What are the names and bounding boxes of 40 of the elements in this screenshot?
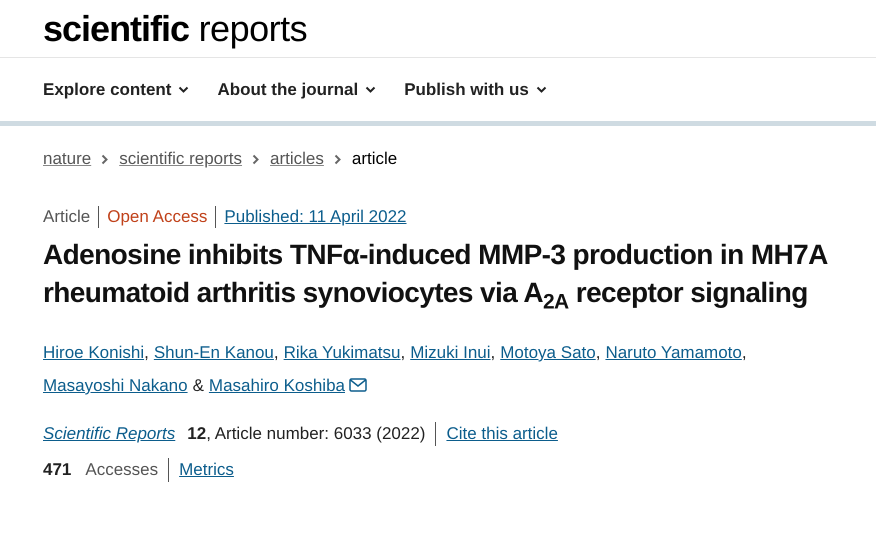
breadcrumb-link[interactable]: scientific reports [119,149,242,169]
article-title: Adenosine inhibits TNFα-induced MMP-3 production in MH7A rheumatoid arthritis synoviocytes via A$_{2A}$ receptor signaling [43,238,828,312]
comma: , [490,343,496,362]
access-count: 471 [43,460,72,480]
ampersand: & [192,376,204,395]
author-link[interactable]: Motoya Sato [500,343,596,362]
author-link[interactable]: Masahiro Koshiba [208,376,345,395]
chevron-down-icon [178,86,190,94]
comma: , [596,343,600,362]
published-date-link[interactable]: Published: 11 April 2022 [224,207,407,227]
metrics-link[interactable]: Metrics [179,460,234,480]
nav-menu-button[interactable]: Publish with us [404,80,547,100]
comma: , [742,343,747,362]
author-link[interactable]: Naruto Yamamoto [605,343,742,362]
article-type: Article [43,207,90,227]
open-access-label: Open Access [107,207,208,227]
chevron-right-icon [334,154,342,164]
comma: , [400,343,406,362]
comma: , [144,343,149,362]
breadcrumb-current: article [352,149,398,169]
comma: , [274,343,279,362]
chevron-down-icon [365,86,376,94]
author-link[interactable]: Shun-En Kanou [154,343,274,362]
breadcrumb-link[interactable]: nature [43,149,92,169]
nav-menu-button[interactable]: About the journal [217,80,376,100]
breadcrumb-link[interactable]: articles [270,149,324,169]
author-link[interactable]: Mizuki Inui [410,343,491,362]
cite-article-link[interactable]: Cite this article [446,424,558,444]
envelope-icon[interactable] [349,378,367,392]
journal-link[interactable]: Scientific Reports [43,424,176,444]
chevron-right-icon [101,154,110,164]
chevron-down-icon [536,86,547,94]
accesses-label: Accesses [85,460,158,480]
nav-menu-button[interactable]: Explore content [43,80,190,100]
author-link[interactable]: Masayoshi Nakano [43,376,188,395]
journal-logo[interactable]: scientific reports [43,8,308,50]
author-link[interactable]: Hiroe Konishi [43,343,144,362]
author-link[interactable]: Rika Yukimatsu [284,343,400,362]
chevron-right-icon [252,154,260,164]
citation-details: 12, Article number: 6033 (2022) [187,424,426,444]
